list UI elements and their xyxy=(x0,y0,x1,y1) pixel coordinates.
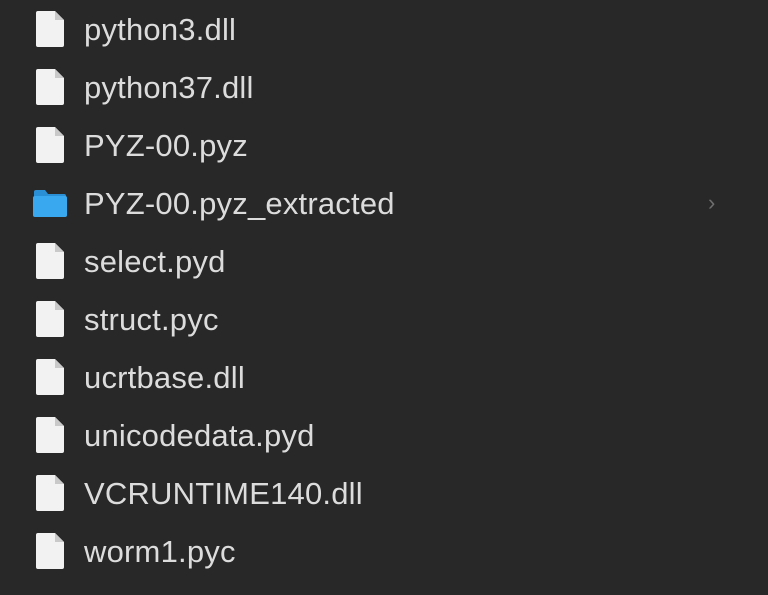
chevron-right-icon[interactable]: › xyxy=(708,192,715,214)
document-icon xyxy=(31,125,69,165)
list-item-pyz-00-pyz-extracted[interactable]: PYZ-00.pyz_extracted › xyxy=(0,174,768,232)
list-item-ucrtbase-dll[interactable]: ucrtbase.dll xyxy=(0,348,768,406)
list-item-pyz-00-pyz[interactable]: PYZ-00.pyz xyxy=(0,116,768,174)
document-icon xyxy=(31,473,69,513)
file-name: worm1.pyc xyxy=(84,533,236,569)
list-item-python37-dll[interactable]: python37.dll xyxy=(0,58,768,116)
list-item-unicodedata-pyd[interactable]: unicodedata.pyd xyxy=(0,406,768,464)
file-list: python3.dll python37.dll PYZ-00.pyz PYZ-… xyxy=(0,0,768,595)
file-name: PYZ-00.pyz xyxy=(84,127,248,163)
list-item-struct-pyc[interactable]: struct.pyc xyxy=(0,290,768,348)
file-name: select.pyd xyxy=(84,243,226,279)
document-icon xyxy=(31,531,69,571)
file-name: python37.dll xyxy=(84,69,254,105)
folder-icon xyxy=(31,183,69,223)
file-name: python3.dll xyxy=(84,11,237,47)
document-icon xyxy=(31,299,69,339)
list-item-python3-dll[interactable]: python3.dll xyxy=(0,0,768,58)
document-icon xyxy=(31,67,69,107)
file-name: VCRUNTIME140.dll xyxy=(84,475,363,511)
list-item-vcruntime140-dll[interactable]: VCRUNTIME140.dll xyxy=(0,464,768,522)
document-icon xyxy=(31,241,69,281)
document-icon xyxy=(31,415,69,455)
file-name: ucrtbase.dll xyxy=(84,359,245,395)
document-icon xyxy=(31,9,69,49)
list-item-select-pyd[interactable]: select.pyd xyxy=(0,232,768,290)
file-name: unicodedata.pyd xyxy=(84,417,315,453)
folder-name: PYZ-00.pyz_extracted xyxy=(84,185,395,221)
list-item-worm1-pyc[interactable]: worm1.pyc xyxy=(0,522,768,580)
file-name: struct.pyc xyxy=(84,301,219,337)
document-icon xyxy=(31,357,69,397)
